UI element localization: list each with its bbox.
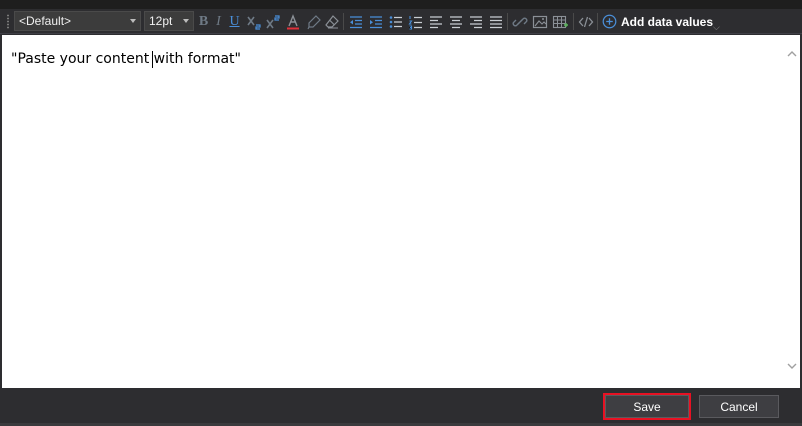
subscript-icon[interactable]	[245, 13, 262, 30]
text-cursor	[152, 51, 153, 68]
add-data-values-label: Add data values	[621, 14, 714, 29]
add-circle-icon	[602, 14, 617, 29]
editor-toolbar: <Default> 12pt B I U Add data values ⌵	[0, 9, 802, 34]
numbered-list-icon[interactable]	[407, 13, 424, 30]
toolbar-overflow-icon[interactable]: ⌵	[713, 23, 720, 32]
link-icon[interactable]	[511, 13, 528, 30]
align-center-icon[interactable]	[447, 13, 464, 30]
bullet-list-icon[interactable]	[387, 13, 404, 30]
add-data-values-button[interactable]: Add data values	[602, 13, 713, 30]
save-button[interactable]: Save	[603, 393, 691, 420]
window-top-strip	[0, 0, 802, 9]
dialog-footer: Save Cancel	[0, 388, 802, 426]
toolbar-separator	[597, 13, 598, 30]
indent-icon[interactable]	[367, 13, 384, 30]
underline-icon[interactable]: U	[226, 13, 243, 30]
toolbar-separator	[573, 13, 574, 30]
image-icon[interactable]	[531, 13, 548, 30]
bold-glyph: B	[198, 14, 209, 29]
table-icon[interactable]	[551, 13, 568, 30]
align-right-icon[interactable]	[467, 13, 484, 30]
source-code-icon[interactable]	[577, 13, 594, 30]
superscript-icon[interactable]	[264, 13, 281, 30]
font-family-value: <Default>	[19, 14, 72, 28]
font-size-value: 12pt	[149, 14, 173, 28]
justify-icon[interactable]	[487, 13, 504, 30]
highlight-icon[interactable]	[305, 13, 322, 30]
toolbar-grip[interactable]	[7, 14, 9, 29]
chevron-down-icon	[130, 19, 136, 23]
italic-glyph: I	[216, 14, 221, 29]
font-color-icon[interactable]	[284, 13, 301, 30]
toolbar-separator	[507, 13, 508, 30]
rich-text-editor[interactable]: "Paste your content with format"	[2, 35, 800, 388]
font-family-dropdown[interactable]: <Default>	[14, 11, 141, 31]
cancel-button[interactable]: Cancel	[699, 395, 779, 418]
outdent-icon[interactable]	[347, 13, 364, 30]
editor-content[interactable]: "Paste your content with format"	[11, 51, 241, 67]
font-size-dropdown[interactable]: 12pt	[144, 11, 194, 31]
chevron-down-icon	[183, 19, 189, 23]
underline-glyph: U	[229, 14, 240, 29]
clear-format-icon[interactable]	[323, 13, 340, 30]
editor-scrollbar[interactable]	[783, 35, 800, 388]
align-left-icon[interactable]	[427, 13, 444, 30]
italic-icon[interactable]: I	[210, 13, 227, 30]
toolbar-separator	[343, 13, 344, 30]
